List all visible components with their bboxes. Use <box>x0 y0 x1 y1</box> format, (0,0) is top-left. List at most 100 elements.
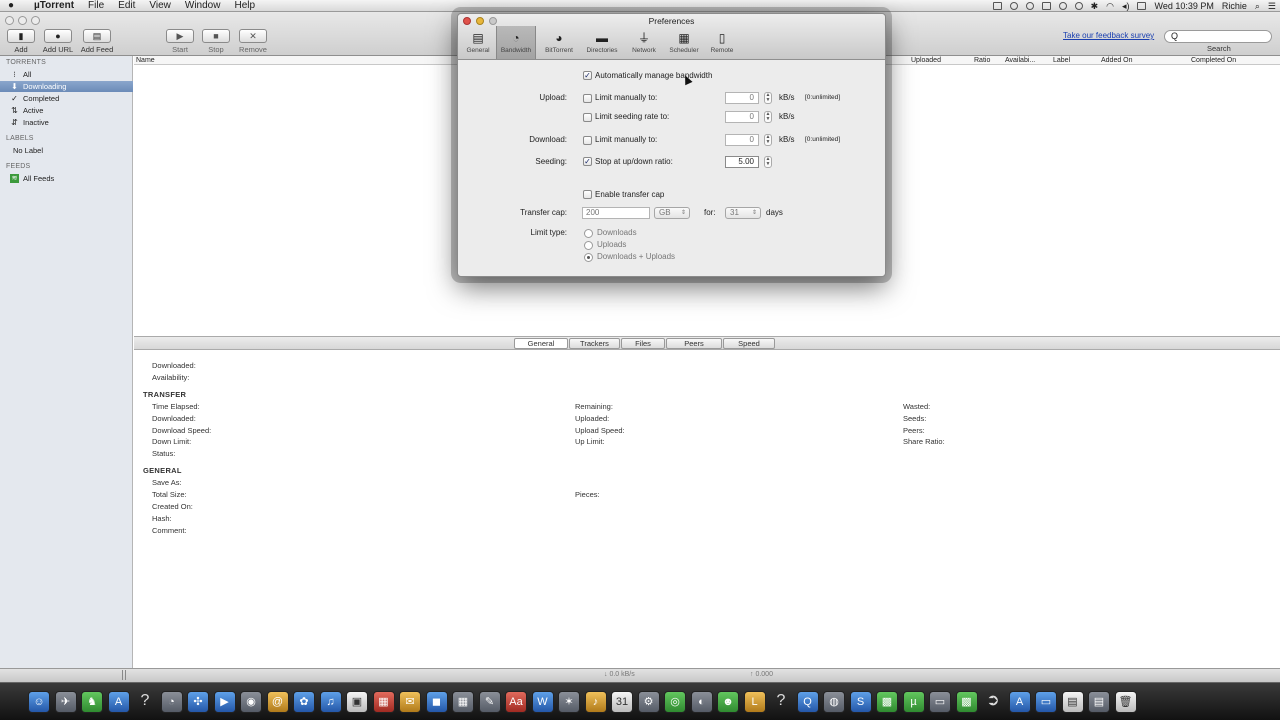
column-name[interactable]: Name <box>136 56 155 65</box>
sidebar-item-all[interactable]: ⁝ All <box>0 69 133 80</box>
activity-icon[interactable]: ◐ <box>690 690 713 713</box>
tray-sync-icon[interactable] <box>1074 2 1083 10</box>
add-button[interactable]: ▮ Add <box>6 29 36 54</box>
days-select[interactable]: 31 ⇕ <box>725 207 761 219</box>
l-icon[interactable]: L <box>743 690 766 713</box>
search-input[interactable]: Q <box>1164 30 1272 43</box>
transfer-cap-field[interactable]: 200 <box>582 207 650 219</box>
seeding-rate-field[interactable]: 0 <box>725 111 759 123</box>
monster-icon[interactable]: ☻ <box>717 690 739 713</box>
tray-app-icon-2[interactable] <box>1009 2 1018 10</box>
add-feed-button[interactable]: ▤ Add Feed <box>78 29 116 54</box>
itunes-icon[interactable]: ♫ <box>319 690 342 713</box>
app-store-icon[interactable]: A <box>107 690 130 713</box>
stop-ratio-field[interactable]: 5.00 <box>725 156 759 168</box>
start-button[interactable]: ▶ Start <box>164 29 196 54</box>
spotlight-icon[interactable]: ⌕ <box>1255 0 1260 12</box>
column-availability[interactable]: Availabi... <box>1005 56 1035 65</box>
pref-tab-general[interactable]: ▤ General <box>458 31 498 54</box>
tray-timemachine-icon[interactable] <box>1058 2 1067 10</box>
calculator-icon[interactable]: ▦ <box>452 690 474 713</box>
sidebar-item-completed[interactable]: ✓ Completed <box>0 93 133 104</box>
minecraft2-icon[interactable]: ▩ <box>955 690 978 713</box>
pref-tab-bandwidth[interactable]: ◔ Bandwidth <box>496 26 536 59</box>
notification-icon[interactable]: ☰ <box>1268 0 1276 12</box>
enable-cap-checkbox[interactable] <box>583 190 592 199</box>
column-completed-on[interactable]: Completed On <box>1191 56 1236 65</box>
menu-app[interactable]: µTorrent <box>22 0 81 12</box>
quicktime-icon[interactable]: Q <box>796 690 819 713</box>
tray-wifi-icon[interactable]: ◠ <box>1106 0 1114 12</box>
tab-trackers[interactable]: Trackers <box>569 338 620 349</box>
menu-view[interactable]: View <box>142 0 178 12</box>
download-limit-checkbox[interactable] <box>583 136 592 145</box>
window-close-button[interactable] <box>5 16 14 25</box>
pref-tab-remote[interactable]: ▯ Remote <box>702 31 742 54</box>
seeding-rate-checkbox[interactable] <box>583 113 592 122</box>
guitar-icon[interactable]: ♪ <box>584 690 607 713</box>
utorrent-icon[interactable]: µ <box>902 690 925 713</box>
radio-downloads[interactable] <box>584 229 593 238</box>
chess-icon[interactable]: ♞ <box>81 690 103 713</box>
download-limit-field[interactable]: 0 <box>725 134 759 146</box>
pref-tab-bittorrent[interactable]: ◕ BitTorrent <box>539 31 579 54</box>
word-icon[interactable]: W <box>531 690 554 713</box>
mail-icon[interactable]: ✉ <box>399 690 421 713</box>
photo-icon[interactable]: ▣ <box>346 690 368 713</box>
tab-speed[interactable]: Speed <box>723 338 775 349</box>
iphoto-icon[interactable]: ✿ <box>293 690 315 713</box>
apps-folder-icon[interactable]: A <box>1008 690 1031 713</box>
column-label[interactable]: Label <box>1053 56 1070 65</box>
downloads-folder-icon[interactable]: ▤ <box>1061 690 1084 713</box>
safari-icon[interactable]: ✣ <box>187 690 209 713</box>
cap-unit-select[interactable]: GB ⇕ <box>654 207 690 219</box>
tray-volume-icon[interactable]: ◂) <box>1122 0 1130 12</box>
facetime-icon[interactable]: ▶ <box>213 690 236 713</box>
settings-icon[interactable]: ⚙ <box>637 690 660 713</box>
help-icon[interactable]: ? <box>134 691 156 713</box>
photo-booth-icon[interactable]: ◉ <box>240 690 262 713</box>
tray-bluetooth-icon[interactable]: ✱ <box>1091 0 1099 12</box>
upload-stepper[interactable]: ▲ ▼ <box>764 92 772 104</box>
desktop-icon[interactable]: ▤ <box>1088 690 1110 713</box>
user-name[interactable]: Richie <box>1222 0 1247 12</box>
tab-peers[interactable]: Peers <box>666 338 722 349</box>
messages-icon[interactable]: ◼ <box>425 690 448 713</box>
dvd-icon[interactable]: ◍ <box>823 690 845 713</box>
contacts-icon[interactable]: @ <box>266 690 289 713</box>
feedback-survey-link[interactable]: Take our feedback survey <box>1063 31 1154 40</box>
launchpad-icon[interactable]: ✈ <box>54 690 77 713</box>
download-stepper[interactable]: ▲ ▼ <box>764 134 772 146</box>
menu-file[interactable]: File <box>81 0 111 12</box>
dashboard-icon[interactable]: ◔ <box>160 690 183 713</box>
skype-icon[interactable]: S <box>849 690 872 713</box>
upload-limit-checkbox[interactable] <box>583 94 592 103</box>
pencil-icon[interactable]: ✎ <box>478 690 501 713</box>
pref-tab-scheduler[interactable]: ▦ Scheduler <box>664 31 704 54</box>
minecraft-icon[interactable]: ▩ <box>876 690 898 713</box>
column-ratio[interactable]: Ratio <box>974 56 990 65</box>
tray-app-icon-1[interactable] <box>992 2 1002 10</box>
stop-ratio-stepper[interactable]: ▲ ▼ <box>764 156 772 168</box>
add-url-button[interactable]: ● Add URL <box>40 29 76 54</box>
menu-window[interactable]: Window <box>178 0 228 12</box>
tray-battery-icon[interactable] <box>1137 2 1147 10</box>
tray-app-icon-3[interactable] <box>1025 2 1034 10</box>
sidebar-item-all-feeds[interactable]: ≋ All Feeds <box>0 173 133 184</box>
tab-general[interactable]: General <box>514 338 568 349</box>
star-icon[interactable]: ✶ <box>558 690 580 713</box>
sidebar-item-active[interactable]: ⇅ Active <box>0 105 133 116</box>
preview-icon[interactable]: ▦ <box>372 690 395 713</box>
pref-tab-directories[interactable]: ▬ Directories <box>582 31 622 54</box>
upload-limit-field[interactable]: 0 <box>725 92 759 104</box>
stop-ratio-checkbox[interactable]: ✓ <box>583 157 592 166</box>
keyboard-icon[interactable]: ▭ <box>929 690 951 713</box>
window-minimize-button[interactable] <box>18 16 27 25</box>
clock[interactable]: Wed 10:39 PM <box>1154 0 1213 12</box>
menu-edit[interactable]: Edit <box>111 0 142 12</box>
tab-files[interactable]: Files <box>621 338 665 349</box>
radio-downloads-uploads[interactable] <box>584 253 593 262</box>
docs-folder-icon[interactable]: ▭ <box>1035 690 1057 713</box>
menu-help[interactable]: Help <box>227 0 262 12</box>
column-uploaded[interactable]: Uploaded <box>911 56 941 65</box>
